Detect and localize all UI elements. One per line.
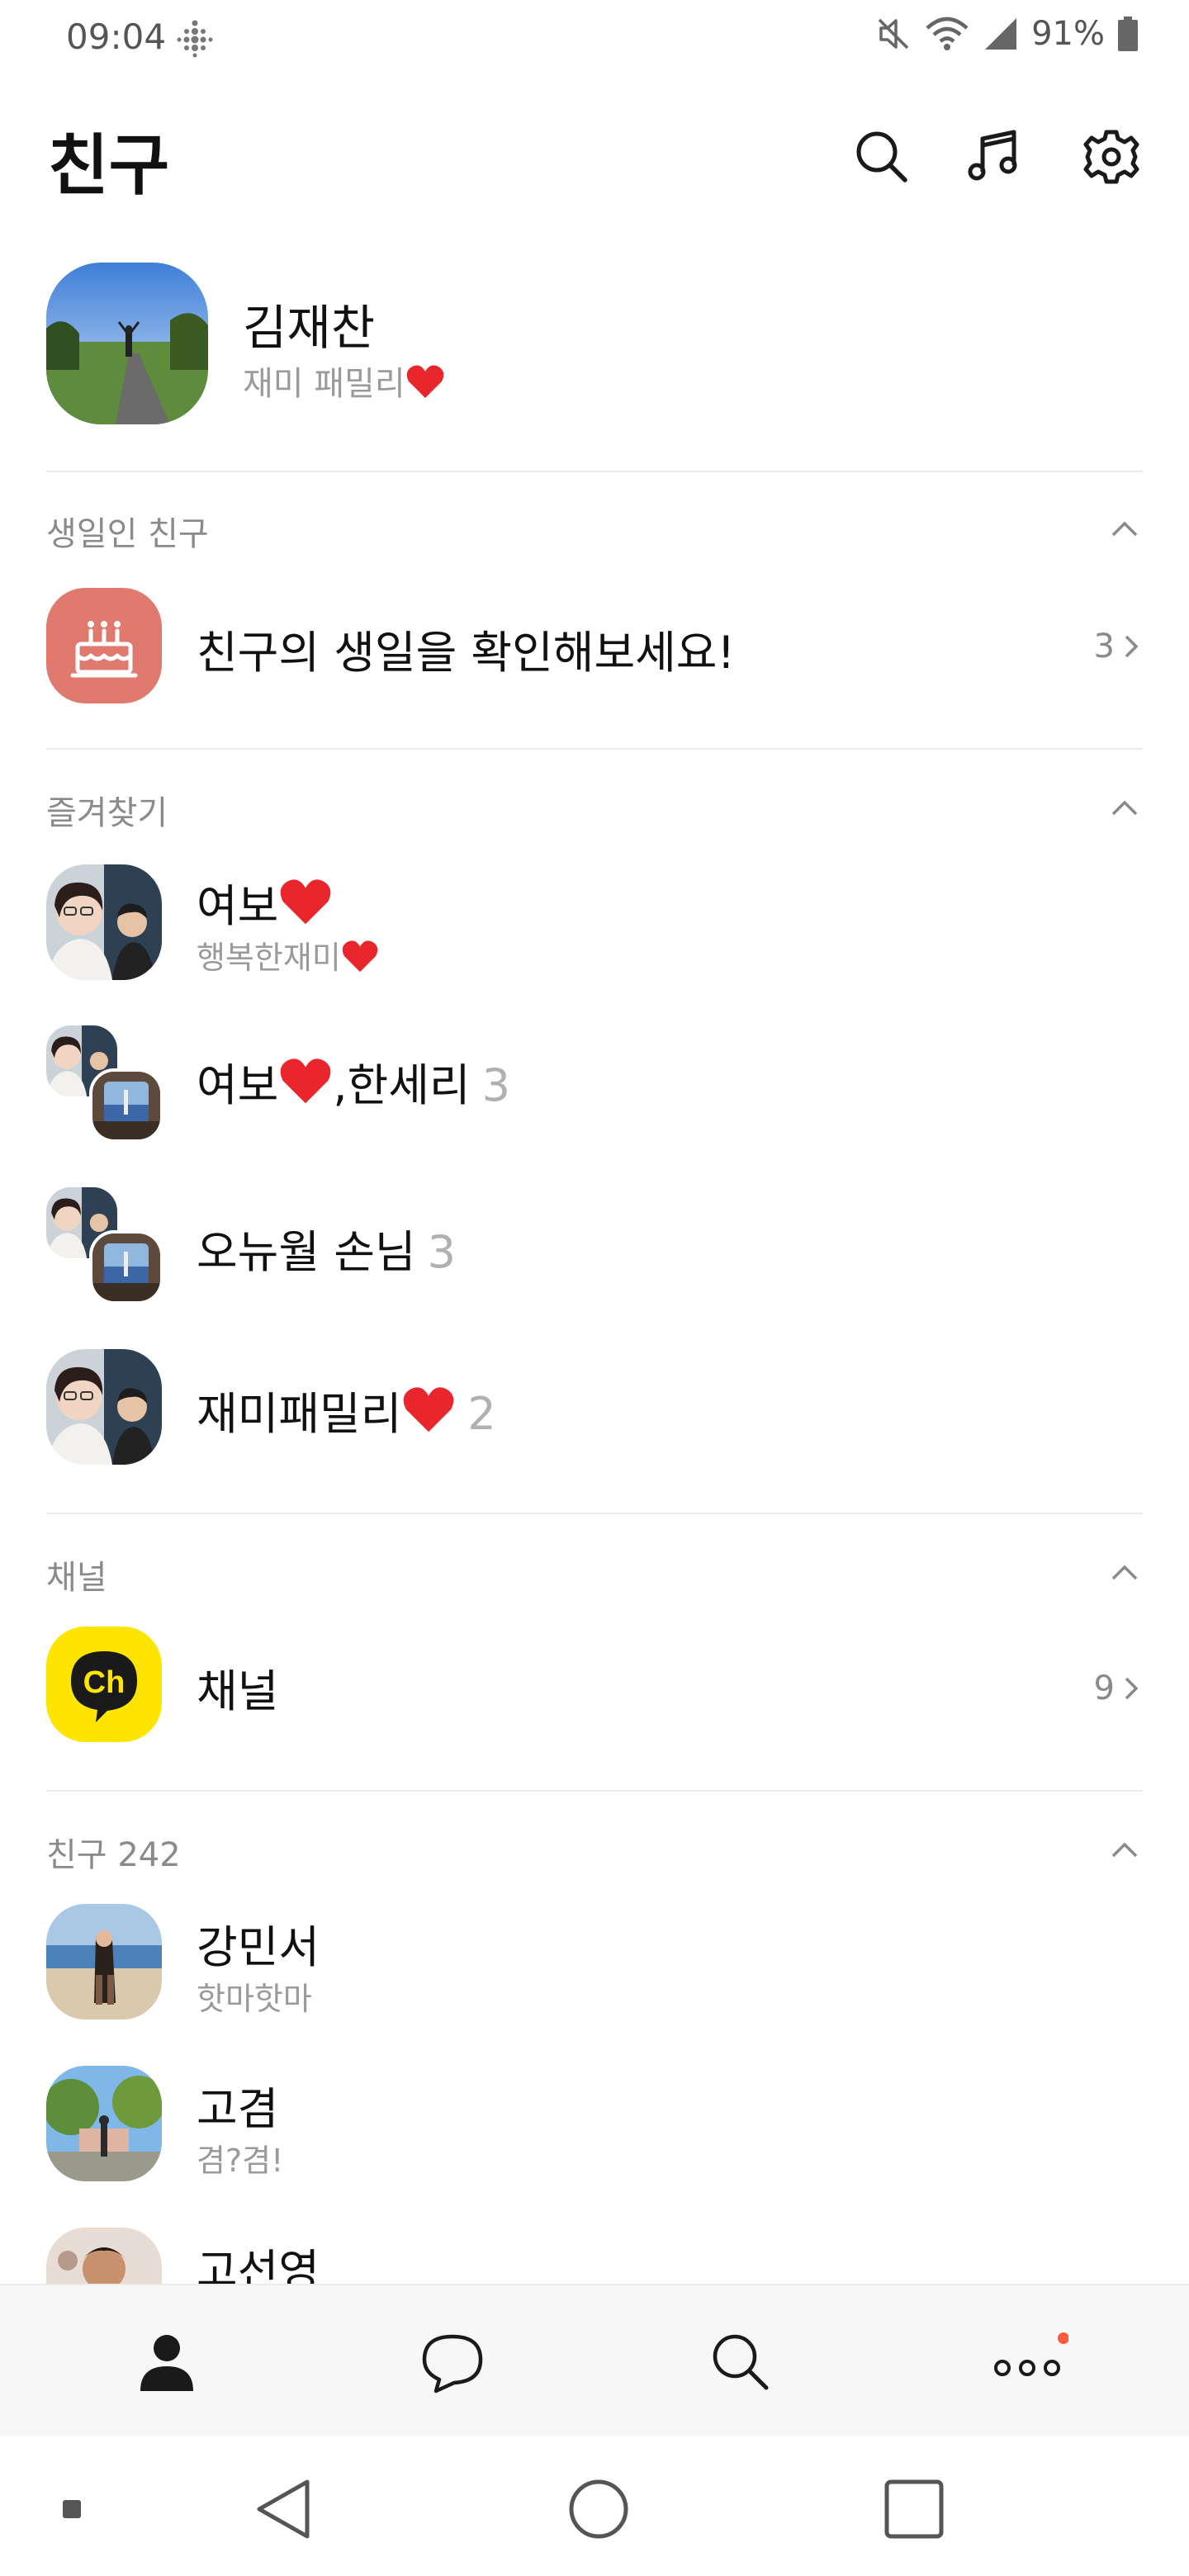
favorite-name-text: 재미패밀리	[197, 1388, 402, 1440]
section-label: 즐겨찾기	[46, 794, 168, 832]
favorite-status-text: 행복한재미	[197, 940, 341, 976]
friend-name: 강민서	[197, 1921, 320, 1973]
my-profile[interactable]: 김재찬 재미 패밀리	[0, 256, 1189, 429]
friend-row[interactable]: 고겸 겸?겸!	[0, 2066, 1189, 2190]
section-label: 채널	[46, 1559, 107, 1597]
heart-icon	[281, 1058, 331, 1104]
mute-icon	[878, 18, 909, 50]
profile-status-text: 재미 패밀리	[243, 365, 405, 403]
heart-icon	[406, 365, 443, 398]
divider	[46, 748, 1143, 750]
status-bar: 09:04 91%	[0, 0, 1189, 76]
channel-logo-text: Ch	[83, 1665, 126, 1700]
overflow-dot-icon	[63, 2500, 81, 2518]
system-navigation-bar	[0, 2436, 1189, 2576]
app-header: 친구	[0, 107, 1189, 206]
chevron-up-icon[interactable]	[1108, 1556, 1141, 1589]
favorite-name: 오뉴월 손님 3	[197, 1215, 456, 1281]
group-avatar[interactable]	[46, 1349, 162, 1465]
favorite-row[interactable]: 재미패밀리 2	[0, 1349, 1189, 1473]
notification-dot	[1058, 2332, 1068, 2344]
tab-search[interactable]	[699, 2320, 781, 2403]
friend-status: 핫마핫마	[197, 1981, 312, 2017]
signal-icon	[985, 18, 1017, 50]
birthday-row[interactable]: 친구의 생일을 확인해보세요! 3	[0, 586, 1189, 710]
birthday-cake-icon	[46, 588, 162, 703]
favorites-section-header[interactable]: 즐겨찾기	[46, 781, 1143, 832]
chevron-up-icon[interactable]	[1108, 1833, 1141, 1866]
more-icon	[994, 2332, 1068, 2376]
friends-section-header[interactable]: 친구 242	[46, 1823, 1143, 1874]
page-title: 친구	[48, 127, 170, 204]
search-icon	[713, 2334, 769, 2390]
group-avatar-2[interactable]	[89, 1230, 163, 1305]
divider	[46, 471, 1143, 472]
recents-icon[interactable]	[877, 2472, 951, 2546]
favorite-name-text: 여보	[197, 880, 279, 932]
favorite-name: 재미패밀리 2	[197, 1377, 496, 1442]
birthday-text: 친구의 생일을 확인해보세요!	[197, 627, 736, 679]
channel-name: 채널	[197, 1665, 279, 1717]
favorite-row[interactable]: 여보 ,한세리 3	[0, 1025, 1189, 1149]
friend-avatar[interactable]	[46, 864, 162, 980]
friend-status: 겸?겸!	[197, 2143, 284, 2179]
tab-friends[interactable]	[126, 2320, 208, 2403]
heart-icon	[404, 1387, 454, 1432]
favorite-row[interactable]: 여보 행복한재미	[0, 863, 1189, 987]
profile-status-message: 재미 패밀리	[243, 357, 445, 405]
chevron-right-icon	[1125, 1677, 1139, 1700]
member-count: 3	[481, 1059, 510, 1111]
friend-row[interactable]: 고선영	[0, 2228, 1189, 2284]
favorite-name: 여보	[197, 869, 333, 935]
favorite-row[interactable]: 오뉴월 손님 3	[0, 1187, 1189, 1311]
heart-icon	[342, 940, 378, 973]
birthday-count: 3	[1093, 627, 1115, 665]
section-label: 친구 242	[46, 1836, 181, 1874]
battery-percent: 91%	[1031, 15, 1105, 53]
profile-name: 김재찬	[243, 300, 376, 356]
profile-avatar[interactable]	[46, 263, 208, 424]
status-time: 09:04	[66, 17, 167, 57]
home-icon[interactable]	[561, 2472, 636, 2546]
friend-avatar[interactable]	[46, 2066, 162, 2181]
battery-icon	[1118, 17, 1138, 51]
bottom-tab-bar	[0, 2284, 1189, 2436]
section-label: 생일인 친구	[46, 515, 209, 553]
chat-icon	[422, 2334, 483, 2394]
divider	[46, 1790, 1143, 1792]
favorite-name-text: 여보	[197, 1059, 279, 1111]
channel-logo-icon: Ch	[46, 1627, 162, 1742]
group-avatar-2[interactable]	[89, 1068, 163, 1143]
tab-chats[interactable]	[411, 2320, 494, 2403]
member-count: 3	[427, 1226, 456, 1278]
gear-icon[interactable]	[1078, 124, 1144, 190]
favorite-name: 여보 ,한세리 3	[197, 1049, 510, 1114]
heart-icon	[281, 879, 331, 925]
person-icon	[140, 2335, 193, 2391]
favorite-name-suffix: ,한세리	[333, 1059, 471, 1111]
friend-name: 고겸	[197, 2083, 279, 2135]
friend-avatar[interactable]	[46, 2228, 162, 2284]
channel-section-header[interactable]: 채널	[46, 1546, 1143, 1597]
chevron-up-icon[interactable]	[1108, 791, 1141, 824]
wifi-icon	[926, 17, 969, 50]
music-icon[interactable]	[963, 124, 1029, 190]
friend-row[interactable]: 강민서 핫마핫마	[0, 1904, 1189, 2028]
channel-count: 9	[1093, 1669, 1115, 1707]
friend-avatar[interactable]	[46, 1904, 162, 2020]
friend-name: 고선영	[197, 2245, 320, 2284]
tab-more[interactable]	[986, 2320, 1068, 2403]
birthday-section-header[interactable]: 생일인 친구	[46, 502, 1143, 553]
channel-row[interactable]: Ch 채널 9	[0, 1627, 1189, 1750]
member-count: 2	[467, 1388, 496, 1440]
search-icon[interactable]	[849, 124, 915, 190]
chevron-up-icon[interactable]	[1108, 512, 1141, 545]
fitbit-icon	[177, 20, 213, 58]
back-icon[interactable]	[246, 2472, 320, 2546]
favorite-status: 행복한재미	[197, 932, 379, 978]
favorite-name-text: 오뉴월 손님	[197, 1226, 416, 1278]
chevron-right-icon	[1125, 635, 1139, 658]
divider	[46, 1513, 1143, 1514]
